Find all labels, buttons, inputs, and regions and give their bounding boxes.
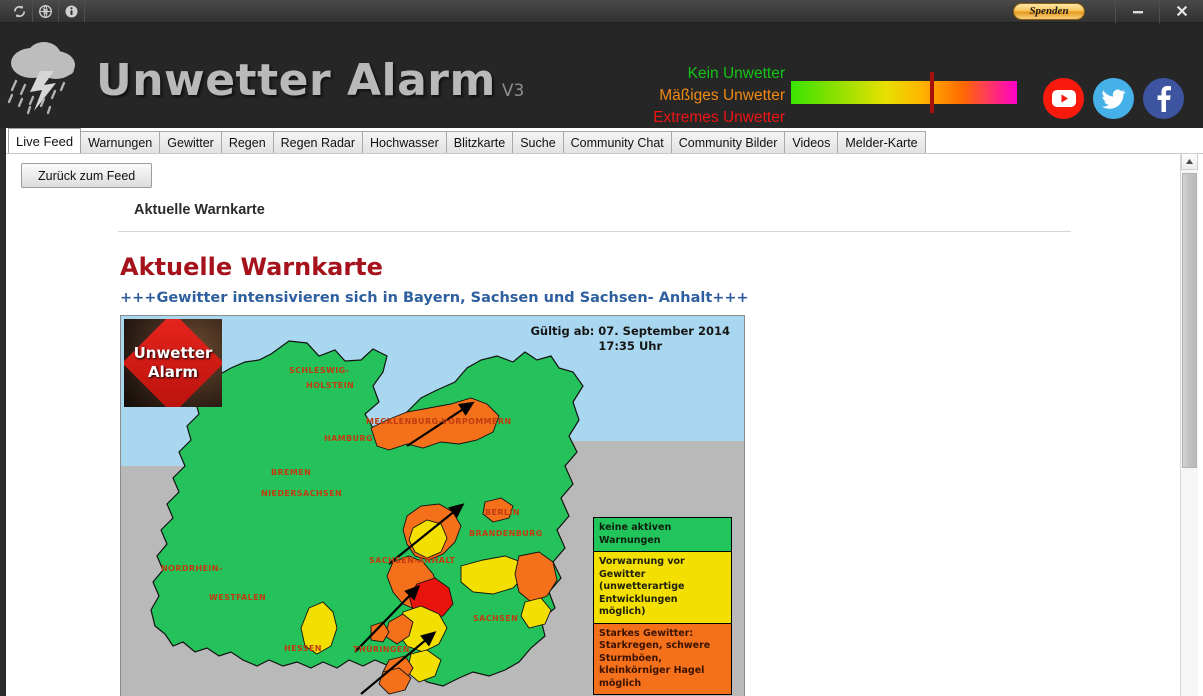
youtube-icon[interactable] <box>1043 78 1084 119</box>
warning-map-image[interactable]: SCHLESWIG- HOLSTEIN HAMBURG MECKLENBURG-… <box>120 315 745 696</box>
tab-warnungen[interactable]: Warnungen <box>80 131 161 153</box>
state-label: WESTFALEN <box>209 593 267 602</box>
scrollbar-thumb[interactable] <box>1182 173 1197 468</box>
donate-button[interactable]: Spenden <box>1013 2 1085 20</box>
breadcrumb: Aktuelle Warnkarte <box>134 202 265 218</box>
refresh-icon[interactable] <box>7 0 33 22</box>
brand-area: Unwetter Alarm V3 <box>4 35 524 119</box>
back-to-feed-button[interactable]: Zurück zum Feed <box>21 163 153 188</box>
window-controls <box>1115 0 1203 23</box>
content-area: Zurück zum Feed Aktuelle Warnkarte Aktue… <box>6 153 1203 696</box>
scroll-up-button[interactable] <box>1181 153 1198 170</box>
tab-melder-karte[interactable]: Melder-Karte <box>837 131 926 153</box>
globe-icon[interactable] <box>33 0 59 22</box>
severity-none-label: Kein Unwetter <box>687 65 785 82</box>
map-validity: Gültig ab: 07. September 2014 17:35 Uhr <box>530 324 730 354</box>
twitter-icon[interactable] <box>1093 78 1134 119</box>
tab-hochwasser[interactable]: Hochwasser <box>362 131 447 153</box>
badge-line-1: Unwetter <box>133 344 213 362</box>
window-titlebar: Spenden <box>0 0 1203 23</box>
state-label: SACHSEN-ANHALT <box>369 556 456 565</box>
map-legend: keine aktiven Warnungen Vorwarnung vor G… <box>593 517 732 695</box>
badge-text: Unwetter Alarm <box>124 344 222 382</box>
state-label: BRANDENBURG <box>469 529 543 538</box>
badge-line-2: Alarm <box>148 363 198 381</box>
content-scrollbar[interactable] <box>1180 153 1198 696</box>
tab-regen[interactable]: Regen <box>220 131 274 153</box>
page-title: Aktuelle Warnkarte <box>120 253 383 281</box>
gradient-fill <box>791 81 1017 104</box>
tab-blitzkarte[interactable]: Blitzkarte <box>445 131 514 153</box>
state-label: HESSEN <box>284 644 322 653</box>
page-subtitle: +++Gewitter intensivieren sich in Bayern… <box>120 290 749 306</box>
minimize-button[interactable] <box>1115 0 1159 23</box>
legend-item-severe: Starkes Gewitter: Starkregen, schwere St… <box>594 623 731 694</box>
state-label: HAMBURG <box>324 434 373 443</box>
state-label: THÜRINGEN <box>353 645 410 654</box>
tab-live-feed[interactable]: Live Feed <box>8 128 82 153</box>
tab-regen-radar[interactable]: Regen Radar <box>272 131 364 153</box>
app-header: Unwetter Alarm V3 Kein Unwetter Mäßiges … <box>0 23 1203 128</box>
gradient-current-marker <box>929 72 934 113</box>
severity-gradient-bar <box>791 72 1017 113</box>
close-button[interactable] <box>1159 0 1203 23</box>
map-validity-date: Gültig ab: 07. September 2014 <box>530 324 730 338</box>
app-version: V3 <box>501 81 525 101</box>
tab-suche[interactable]: Suche <box>512 131 564 153</box>
main-tabbar: Live Feed Warnungen Gewitter Regen Regen… <box>0 128 1203 153</box>
page-body: Aktuelle Warnkarte Aktuelle Warnkarte ++… <box>6 188 1203 696</box>
map-brand-badge: Unwetter Alarm <box>124 319 222 407</box>
map-validity-time: 17:35 Uhr <box>598 339 663 353</box>
back-button-row: Zurück zum Feed <box>6 154 1203 188</box>
state-label: MECKLENBURG-VORPOMMERN <box>366 417 512 426</box>
tab-community-bilder[interactable]: Community Bilder <box>670 131 786 153</box>
severity-extreme-label: Extremes Unwetter <box>653 109 785 126</box>
state-label: NIEDERSACHSEN <box>261 489 343 498</box>
legend-item-warning: Vorwarnung vor Gewitter (unwetterartige … <box>594 552 731 624</box>
state-label: NORDRHEIN- <box>161 564 223 573</box>
info-icon[interactable] <box>59 0 85 22</box>
state-label: BREMEN <box>271 468 312 477</box>
social-links <box>1043 78 1184 119</box>
state-label: HOLSTEIN <box>306 381 355 390</box>
legend-item-none: keine aktiven Warnungen <box>594 518 731 552</box>
state-label: SCHLESWIG- <box>289 366 350 375</box>
titlebar-icon-group <box>0 0 85 22</box>
app-title: Unwetter Alarm <box>96 55 496 106</box>
tab-community-chat[interactable]: Community Chat <box>562 131 672 153</box>
state-label: BERLIN <box>485 508 520 517</box>
storm-cloud-logo-icon <box>4 35 90 119</box>
severity-moderate-label: Mäßiges Unwetter <box>659 87 785 104</box>
severity-legend: Kein Unwetter Mäßiges Unwetter Extremes … <box>620 63 785 128</box>
tab-gewitter[interactable]: Gewitter <box>159 131 222 153</box>
facebook-icon[interactable] <box>1143 78 1184 119</box>
state-label: SACHSEN <box>473 614 519 623</box>
tab-videos[interactable]: Videos <box>784 131 839 153</box>
